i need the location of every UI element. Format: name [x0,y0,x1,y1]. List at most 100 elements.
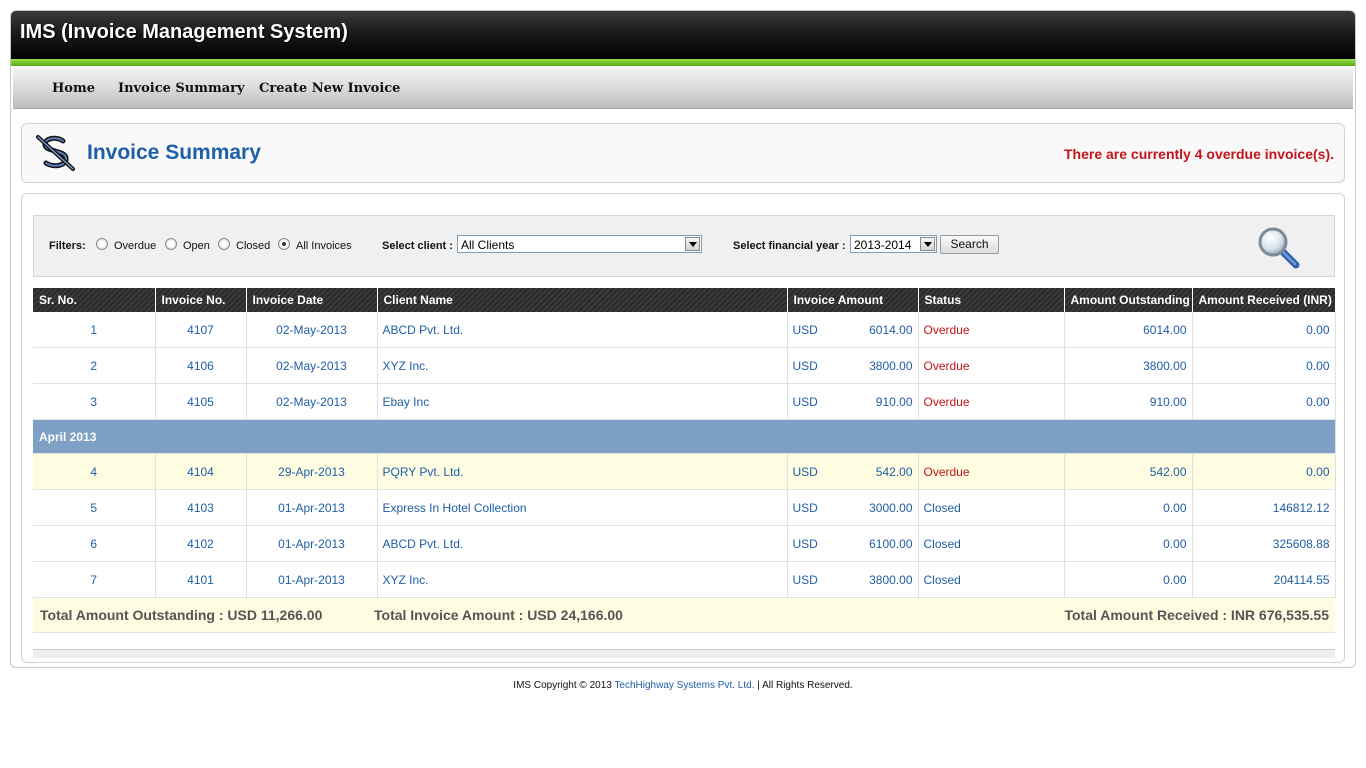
cell-invoice-no[interactable]: 4101 [155,561,247,598]
cell-invoice-amount: USD 6100.00 [787,525,919,562]
filter-bar: Filters: Overdue Open Closed All Invoice… [33,215,1335,277]
cell-client-name[interactable]: Express In Hotel Collection [377,489,788,526]
cell-status: Closed [918,561,1065,598]
amount-value: 6014.00 [869,322,913,337]
title-panel: Invoice Summary There are currently 4 ov… [21,123,1345,183]
nav-create-new-invoice[interactable]: Create New Invoice [259,81,400,96]
cell-status: Overdue [918,383,1065,420]
cell-amount-outstanding: 0.00 [1064,489,1193,526]
amount-value: 3800.00 [869,572,913,587]
column-header[interactable]: Invoice Amount [787,288,919,312]
cell-invoice-amount: USD 3800.00 [787,561,919,598]
app-frame: IMS (Invoice Management System) Home Inv… [10,10,1356,668]
cell-status: Closed [918,489,1065,526]
table-row[interactable]: 6 4102 01-Apr-2013 ABCD Pvt. Ltd. USD 6100.00… [33,525,1336,562]
cell-amount-received: 204114.55 [1192,561,1336,598]
content-panel: Filters: Overdue Open Closed All Invoice… [21,193,1345,663]
cell-client-name[interactable]: XYZ Inc. [377,561,788,598]
cell-sr-no: 6 [33,525,156,562]
app-title: IMS (Invoice Management System) [20,21,348,43]
nav-invoice-summary[interactable]: Invoice Summary [118,81,245,96]
magnifier-icon[interactable] [1256,225,1302,271]
cell-sr-no: 2 [33,347,156,384]
amount-currency: USD [792,572,818,587]
filter-open-radio[interactable] [165,238,177,250]
client-select-label: Select client : [382,240,453,252]
cell-amount-received: 0.00 [1192,347,1336,384]
chevron-down-icon[interactable] [685,237,700,251]
cell-client-name[interactable]: ABCD Pvt. Ltd. [377,525,788,562]
table-row[interactable]: 2 4106 02-May-2013 XYZ Inc. USD 3800.00 Overdu… [33,347,1336,384]
cell-client-name[interactable]: XYZ Inc. [377,347,788,384]
client-select[interactable]: All Clients [457,235,702,253]
cell-amount-outstanding: 3800.00 [1064,347,1193,384]
year-select[interactable]: 2013-2014 [850,235,937,253]
nav-home[interactable]: Home [52,81,95,96]
filter-all-invoices-radio[interactable] [278,238,290,250]
filter-open-label: Open [183,240,210,252]
amount-value: 3800.00 [869,358,913,373]
column-header[interactable]: Invoice Date [246,288,378,312]
client-select-value: All Clients [461,238,515,252]
cell-invoice-no[interactable]: 4103 [155,489,247,526]
cell-amount-outstanding: 0.00 [1064,525,1193,562]
cell-invoice-date: 01-Apr-2013 [246,561,378,598]
filter-closed-label: Closed [236,240,271,252]
cell-invoice-date: 01-Apr-2013 [246,525,378,562]
table-row[interactable]: 1 4107 02-May-2013 ABCD Pvt. Ltd. USD 6014.00… [33,312,1336,348]
cell-invoice-no[interactable]: 4107 [155,312,247,348]
cell-sr-no: 5 [33,489,156,526]
cell-client-name[interactable]: ABCD Pvt. Ltd. [377,312,788,348]
cell-invoice-no[interactable]: 4105 [155,383,247,420]
cell-amount-received: 146812.12 [1192,489,1336,526]
table-row[interactable]: 3 4105 02-May-2013 Ebay Inc USD 910.00 Overdue… [33,383,1336,420]
column-header[interactable]: Invoice No. [155,288,247,312]
footer-company-link[interactable]: TechHighway Systems Pvt. Ltd. [614,680,754,691]
footer: IMS Copyright © 2013 TechHighway Systems… [0,680,1366,691]
column-header[interactable]: Client Name [377,288,788,312]
cell-amount-received: 325608.88 [1192,525,1336,562]
nav-bar: Home Invoice Summary Create New Invoice [13,68,1353,109]
cell-invoice-amount: USD 910.00 [787,383,919,420]
overdue-message: There are currently 4 overdue invoice(s)… [1064,146,1334,162]
column-header[interactable]: Status [918,288,1065,312]
filter-closed-radio[interactable] [218,238,230,250]
filter-overdue-radio[interactable] [96,238,108,250]
cell-invoice-no[interactable]: 4104 [155,453,247,490]
amount-currency: USD [792,536,818,551]
amount-currency: USD [792,394,818,409]
cell-amount-outstanding: 6014.00 [1064,312,1193,348]
cell-invoice-no[interactable]: 4102 [155,525,247,562]
table-header-row: Sr. No. Invoice No. Invoice Date Client … [33,288,1336,312]
table-bottom-strip [33,649,1335,658]
page-title: Invoice Summary [87,141,261,164]
cell-client-name[interactable]: Ebay Inc [377,383,788,420]
cell-sr-no: 7 [33,561,156,598]
total-invoice-amount: Total Invoice Amount : USD 24,166.00 [374,607,623,623]
cell-sr-no: 3 [33,383,156,420]
cell-invoice-amount: USD 3800.00 [787,347,919,384]
chevron-down-icon[interactable] [920,237,935,251]
cell-invoice-date: 02-May-2013 [246,383,378,420]
column-header[interactable]: Sr. No. [33,288,156,312]
dollar-icon [36,135,75,171]
column-header[interactable]: Amount Received (INR) [1192,288,1336,312]
cell-invoice-date: 01-Apr-2013 [246,489,378,526]
cell-client-name[interactable]: PQRY Pvt. Ltd. [377,453,788,490]
column-header[interactable]: Amount Outstanding [1064,288,1193,312]
cell-invoice-amount: USD 3000.00 [787,489,919,526]
cell-invoice-date: 02-May-2013 [246,347,378,384]
search-button[interactable]: Search [940,235,999,254]
table-row[interactable]: 7 4101 01-Apr-2013 XYZ Inc. USD 3800.00 Closed… [33,561,1336,598]
table-row[interactable]: 5 4103 01-Apr-2013 Express In Hotel Collect… [33,489,1336,526]
amount-currency: USD [792,358,818,373]
cell-amount-outstanding: 0.00 [1064,561,1193,598]
amount-currency: USD [792,464,818,479]
table-row[interactable]: 4 4104 29-Apr-2013 PQRY Pvt. Ltd. USD 542.00 O… [33,453,1336,490]
amount-currency: USD [792,322,818,337]
year-select-value: 2013-2014 [854,238,912,252]
cell-invoice-no[interactable]: 4106 [155,347,247,384]
group-row: April 2013 [33,419,1336,454]
cell-sr-no: 1 [33,312,156,348]
cell-status: Overdue [918,312,1065,348]
